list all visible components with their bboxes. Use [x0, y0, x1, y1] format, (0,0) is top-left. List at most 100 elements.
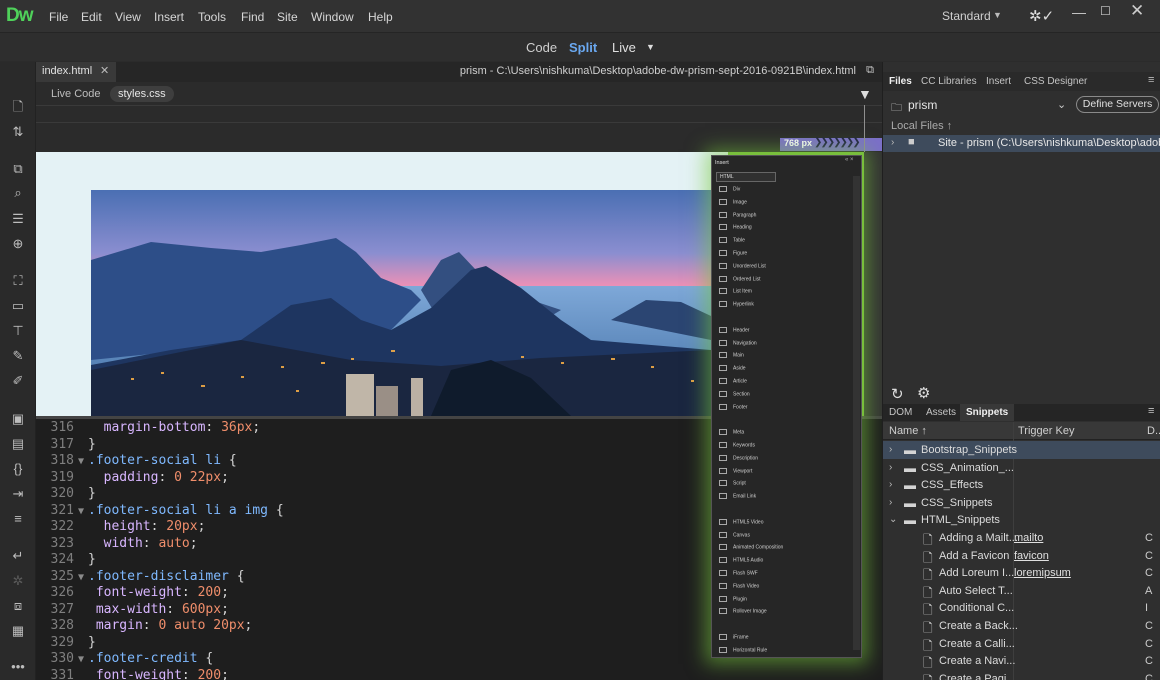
menu-help[interactable]: Help: [368, 10, 393, 24]
split-view-button[interactable]: Split: [569, 40, 597, 55]
fold-toggle-icon[interactable]: ▼: [74, 652, 88, 669]
image-icon[interactable]: ▤: [10, 437, 26, 451]
snippet-row[interactable]: 🗋 Adding a Mailt... mailto C: [883, 529, 1160, 547]
insert-item[interactable]: Paragraph: [719, 211, 756, 221]
snippet-folder-row[interactable]: › ▬ CSS_Snippets: [883, 494, 1160, 512]
snippet-folder-row[interactable]: › ▬ CSS_Effects: [883, 476, 1160, 494]
close-button[interactable]: ✕: [1130, 1, 1144, 21]
insert-item[interactable]: Section: [719, 390, 750, 400]
insert-item[interactable]: Email Link: [719, 493, 756, 502]
wrap-icon[interactable]: ↵: [10, 549, 26, 563]
maximize-button[interactable]: ☐: [1100, 4, 1111, 18]
expand-icon[interactable]: ⛶: [10, 274, 26, 288]
refresh-icon[interactable]: ↻: [891, 385, 904, 403]
calendar-icon[interactable]: ▭: [10, 299, 26, 313]
fold-toggle-icon[interactable]: ▼: [74, 504, 88, 521]
tab-dom[interactable]: DOM: [889, 407, 912, 418]
snippet-folder-row[interactable]: ⌄ ▬ HTML_Snippets: [883, 511, 1160, 529]
menu-insert[interactable]: Insert: [154, 10, 184, 24]
insert-item[interactable]: Image: [719, 198, 747, 208]
chevron-right-icon[interactable]: ›: [889, 479, 892, 490]
gear-sync-icon[interactable]: ✲✓: [1029, 7, 1054, 25]
snippet-row[interactable]: 🗋 Create a Navi... C: [883, 652, 1160, 670]
connect-icon[interactable]: ⚙: [917, 384, 930, 402]
column-description[interactable]: D...: [1147, 425, 1160, 437]
chevron-right-icon[interactable]: ›: [889, 497, 892, 508]
chevron-down-icon[interactable]: ▼: [646, 42, 655, 52]
code-line[interactable]: 321 ▼ .footer-social li a img {: [36, 503, 284, 520]
code-line[interactable]: 319 padding: 0 22px;: [36, 470, 229, 487]
tab-insert[interactable]: Insert: [986, 76, 1011, 87]
code-line[interactable]: 317}: [36, 437, 96, 454]
chevron-down-icon[interactable]: ⌄: [1057, 98, 1066, 111]
inspect-icon[interactable]: ⌕: [10, 186, 26, 200]
branch-icon[interactable]: ⊤: [10, 324, 26, 338]
snippet-folder-row[interactable]: › ▬ CSS_Animation_...: [883, 459, 1160, 477]
brush-icon[interactable]: ✎: [10, 349, 26, 363]
insert-item[interactable]: HTML5 Video: [719, 518, 763, 528]
define-servers-button[interactable]: Define Servers: [1076, 96, 1159, 113]
insert-item[interactable]: Viewport: [719, 467, 752, 477]
insert-item[interactable]: Plugin: [719, 595, 747, 605]
insert-item[interactable]: Unordered List: [719, 262, 766, 272]
insert-item[interactable]: List Item: [719, 288, 752, 297]
snippet-row[interactable]: 🗋 Create a Pagi... C: [883, 670, 1160, 680]
insert-item[interactable]: Flash SWF: [719, 570, 758, 579]
insert-item[interactable]: Animated Composition: [719, 544, 783, 553]
insert-item[interactable]: Ordered List: [719, 275, 761, 285]
snippet-row[interactable]: 🗋 Create a Calli... C: [883, 635, 1160, 653]
insert-item[interactable]: Horizontal Rule: [719, 646, 767, 656]
eyedropper-icon[interactable]: ✐: [10, 374, 26, 388]
live-view-scrollbar[interactable]: [864, 152, 882, 416]
snippet-row[interactable]: 🗋 Add a Favicon favicon C: [883, 547, 1160, 565]
code-view-button[interactable]: Code: [526, 40, 557, 55]
insert-item[interactable]: Canvas: [719, 531, 750, 541]
snippet-folder-row[interactable]: › ▬ Bootstrap_Snippets: [883, 441, 1160, 459]
code-line[interactable]: 326 font-weight: 200;: [36, 585, 229, 602]
insert-item[interactable]: Meta: [719, 429, 744, 438]
tab-assets[interactable]: Assets: [926, 407, 956, 418]
insert-item[interactable]: Article: [719, 378, 747, 387]
fold-toggle-icon[interactable]: ▼: [74, 570, 88, 587]
live-view-button[interactable]: Live: [612, 40, 636, 55]
insert-item[interactable]: Flash Video: [719, 582, 759, 592]
code-line[interactable]: 331 font-weight: 200;: [36, 668, 229, 680]
minimize-button[interactable]: —: [1072, 4, 1086, 20]
insert-item[interactable]: Footer: [719, 403, 747, 413]
insert-panel[interactable]: Insert « × HTML Div Image Paragraph Heading…: [711, 155, 862, 658]
fold-toggle-icon[interactable]: ▼: [74, 454, 88, 471]
list-icon[interactable]: ≡: [10, 512, 26, 526]
insert-category-select[interactable]: HTML: [716, 172, 776, 182]
insert-item[interactable]: Figure: [719, 250, 747, 259]
insert-item[interactable]: Heading: [719, 224, 752, 233]
menu-edit[interactable]: Edit: [81, 10, 102, 24]
site-root-row[interactable]: › ■ Site - prism (C:\Users\nishkuma\Desk…: [883, 135, 1160, 152]
code-line[interactable]: 318 ▼ .footer-social li {: [36, 453, 237, 470]
indent-icon[interactable]: ⇥: [10, 487, 26, 501]
menu-view[interactable]: View: [115, 10, 141, 24]
code-block-icon[interactable]: ⧉: [10, 162, 26, 176]
hero-image[interactable]: [91, 190, 711, 416]
menu-file[interactable]: File: [49, 10, 68, 24]
code-line[interactable]: 323 width: auto;: [36, 536, 198, 553]
snippet-row[interactable]: 🗋 Conditional C... I: [883, 599, 1160, 617]
insert-item[interactable]: Hyperlink: [719, 301, 754, 310]
more-icon[interactable]: •••: [10, 660, 26, 674]
insert-item[interactable]: Navigation: [719, 339, 757, 349]
menu-site[interactable]: Site: [277, 10, 298, 24]
tab-css-designer[interactable]: CSS Designer: [1024, 76, 1087, 87]
snippet-row[interactable]: 🗋 Add Loreum I... loremipsum C: [883, 564, 1160, 582]
insert-item[interactable]: Table: [719, 237, 745, 246]
code-line[interactable]: 325 ▼ .footer-disclaimer {: [36, 569, 245, 586]
snippet-row[interactable]: 🗋 Auto Select T... A: [883, 582, 1160, 600]
code-line[interactable]: 322 height: 20px;: [36, 519, 206, 536]
code-line[interactable]: 327 max-width: 600px;: [36, 602, 229, 619]
insert-item[interactable]: Header: [719, 326, 749, 336]
column-trigger-key[interactable]: Trigger Key: [1018, 425, 1074, 437]
comment-icon[interactable]: ▣: [10, 412, 26, 426]
chevron-down-icon[interactable]: ▼: [993, 10, 1002, 20]
insert-item[interactable]: iFrame: [719, 634, 749, 643]
live-code-button[interactable]: Live Code: [51, 88, 101, 100]
insert-item[interactable]: Aside: [719, 365, 746, 374]
insert-item[interactable]: Description: [719, 454, 758, 464]
